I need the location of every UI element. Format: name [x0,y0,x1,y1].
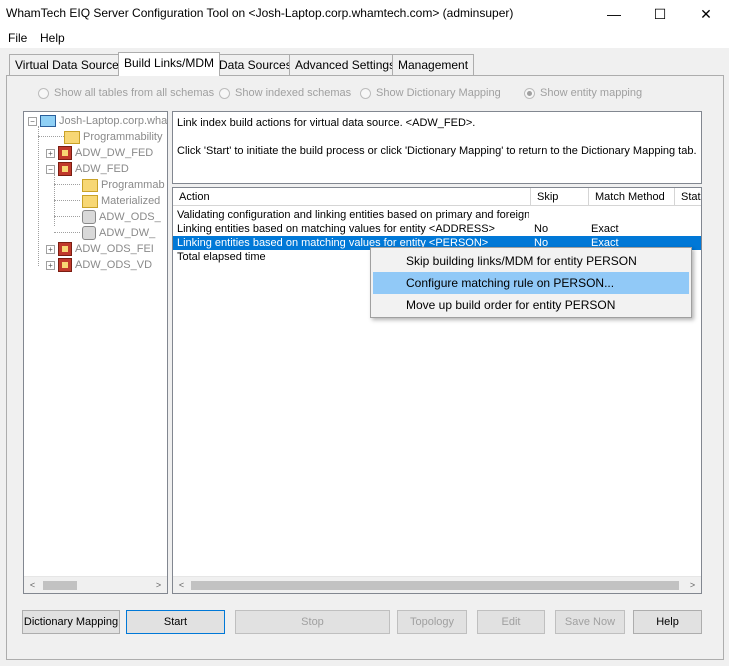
tree-horizontal-scrollbar[interactable]: < > [24,576,167,593]
radio-label: Show Dictionary Mapping [376,87,501,99]
cell-method [591,208,673,222]
tree-node-programmab[interactable]: Programmab [82,177,165,193]
maximize-button[interactable]: ☐ [637,0,683,28]
window-title: WhamTech EIQ Server Configuration Tool o… [6,6,514,20]
column-header-skip[interactable]: Skip [531,188,589,206]
tab-virtual-data-sources[interactable]: Virtual Data Sources [9,54,131,75]
computer-icon [40,115,56,127]
tree-node-label: Materialized [101,195,161,207]
table-row[interactable]: Validating configuration and linking ent… [173,208,701,222]
radio-show-dictionary-mapping[interactable]: Show Dictionary Mapping [360,86,501,100]
info-line-1: Link index build actions for virtual dat… [177,117,476,129]
tree-node-label: ADW_ODS_ [99,211,161,223]
stop-button[interactable]: Stop [235,610,390,634]
close-button[interactable]: ✕ [683,0,729,28]
column-header-action[interactable]: Action [173,188,531,206]
menu-help[interactable]: Help [36,28,69,48]
radio-show-all-tables[interactable]: Show all tables from all schemas [38,86,214,100]
expand-icon[interactable]: + [46,148,55,158]
tree-node-adw-fed[interactable]: − ADW_FED [46,161,129,177]
menu-item-move-up-build-order[interactable]: Move up build order for entity PERSON [373,294,689,316]
radio-icon [219,87,230,99]
radio-show-entity-mapping[interactable]: Show entity mapping [524,86,642,100]
database-icon [82,210,96,224]
tree-node-adw-ods-vd[interactable]: + ADW_ODS_VD [46,257,152,273]
tree-node-label: ADW_DW_FED [75,147,154,159]
column-header-status[interactable]: Stat [675,188,701,206]
menu-file[interactable]: File [4,28,31,48]
tab-build-links-mdm[interactable]: Build Links/MDM [118,52,221,76]
radio-label: Show indexed schemas [235,87,352,99]
tab-data-sources[interactable]: Data Sources [213,54,298,75]
tree-node-materialized[interactable]: Materialized [82,193,160,209]
tree-node-label: Programmability [83,131,163,143]
scroll-right-icon[interactable]: > [150,577,167,593]
folder-icon [82,194,98,208]
tree-node-label: ADW_DW_ [99,227,156,239]
tab-management[interactable]: Management [392,54,475,75]
tree-node-label: Programmab [101,179,165,191]
minimize-button[interactable]: — [591,0,637,28]
tree-node-root[interactable]: − Josh-Laptop.corp.wha [28,113,167,129]
schema-tree[interactable]: − Josh-Laptop.corp.wha Programmability +… [23,111,168,594]
topology-button[interactable]: Topology [397,610,467,634]
data-source-icon [58,146,72,160]
tree-node-adw-dw[interactable]: ADW_DW_ [82,225,155,241]
help-button[interactable]: Help [633,610,702,634]
context-menu: Skip building links/MDM for entity PERSO… [370,247,692,318]
expand-icon[interactable]: + [46,244,55,254]
tree-node-adw-dw-fed[interactable]: + ADW_DW_FED [46,145,153,161]
radio-show-indexed-schemas[interactable]: Show indexed schemas [219,86,351,100]
cell-action: Validating configuration and linking ent… [177,209,529,221]
list-horizontal-scrollbar[interactable]: < > [173,576,701,593]
close-icon: ✕ [700,5,712,22]
tree-node-label: Josh-Laptop.corp.wha [59,115,168,127]
start-button[interactable]: Start [126,610,225,634]
folder-icon [64,130,80,144]
cell-skip: No [534,223,549,235]
cell-skip [534,208,586,222]
tree-node-label: ADW_ODS_VD [75,259,153,271]
tree-node-adw-ods-fed[interactable]: + ADW_ODS_FEI [46,241,154,257]
minimize-icon: — [607,6,621,22]
data-source-icon [58,162,72,176]
radio-checked-icon [524,87,535,99]
dictionary-mapping-button[interactable]: Dictionary Mapping [22,610,120,634]
column-header-match-method[interactable]: Match Method [589,188,675,206]
scroll-left-icon[interactable]: < [173,577,190,593]
database-icon [82,226,96,240]
cell-action: Linking entities based on matching value… [177,223,495,235]
scroll-thumb[interactable] [43,581,77,590]
data-source-icon [58,258,72,272]
expand-icon[interactable]: + [46,260,55,270]
tree-node-label: ADW_ODS_FEI [75,243,154,255]
tree-node-programmability[interactable]: Programmability [64,129,162,145]
tree-node-label: ADW_FED [75,163,129,175]
menu-bar: File Help [0,28,729,48]
cell-method: Exact [591,223,619,235]
menu-item-skip-building-links[interactable]: Skip building links/MDM for entity PERSO… [373,250,689,272]
collapse-icon[interactable]: − [46,164,55,174]
title-bar: WhamTech EIQ Server Configuration Tool o… [0,0,729,28]
data-source-icon [58,242,72,256]
scroll-thumb[interactable] [191,581,679,590]
save-now-button[interactable]: Save Now [555,610,625,634]
folder-icon [82,178,98,192]
radio-icon [38,87,49,99]
edit-button[interactable]: Edit [477,610,545,634]
scroll-right-icon[interactable]: > [684,577,701,593]
tab-advanced-settings[interactable]: Advanced Settings [289,54,402,75]
table-row[interactable]: Linking entities based on matching value… [173,222,701,236]
radio-icon [360,87,371,99]
tree-node-adw-ods[interactable]: ADW_ODS_ [82,209,161,225]
info-line-2: Click 'Start' to initiate the build proc… [177,145,697,157]
scroll-left-icon[interactable]: < [24,577,41,593]
radio-label: Show all tables from all schemas [54,87,215,99]
menu-item-configure-matching-rule[interactable]: Configure matching rule on PERSON... [373,272,689,294]
maximize-icon: ☐ [653,5,667,22]
info-box: Link index build actions for virtual dat… [172,111,702,184]
collapse-icon[interactable]: − [28,116,37,126]
radio-label: Show entity mapping [540,87,643,99]
